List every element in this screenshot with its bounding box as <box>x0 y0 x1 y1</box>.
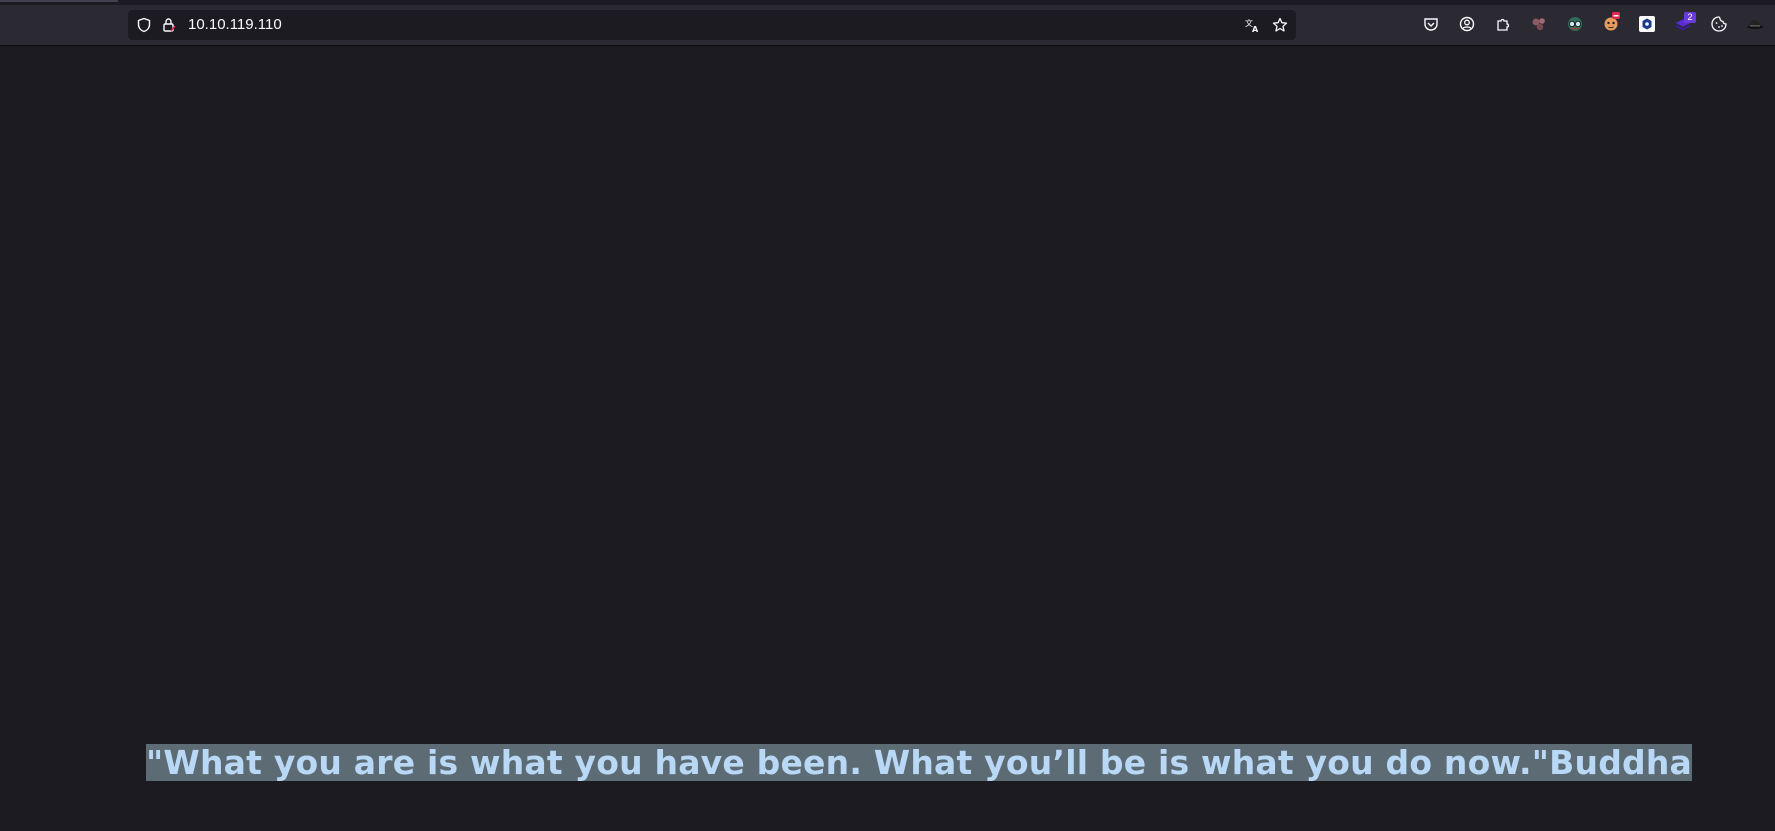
buddha-quote: "What you are is what you have been. Wha… <box>146 743 1693 782</box>
hat-extension-icon[interactable] <box>1746 15 1764 33</box>
browser-toolbar: 10.10.119.110 文 A 2 <box>0 0 1775 46</box>
star-icon[interactable] <box>1272 17 1288 33</box>
hex-extension-icon[interactable] <box>1638 15 1656 33</box>
active-tab-indicator[interactable] <box>0 0 118 2</box>
url-text[interactable]: 10.10.119.110 <box>188 16 282 34</box>
monkey-extension-icon[interactable] <box>1602 12 1620 31</box>
lock-icon[interactable] <box>161 17 177 33</box>
tab-strip <box>0 0 1775 5</box>
url-bar[interactable]: 10.10.119.110 文 A <box>128 10 1296 40</box>
cookie-extension-icon[interactable] <box>1530 15 1548 33</box>
puzzle-icon[interactable] <box>1494 15 1512 33</box>
account-icon[interactable] <box>1458 15 1476 33</box>
glasses-extension-icon[interactable] <box>1566 15 1584 33</box>
extension-badge: 2 <box>1684 12 1696 23</box>
page-content <box>0 47 1775 831</box>
cookie-icon[interactable] <box>1710 15 1728 33</box>
translate-icon[interactable]: 文 A <box>1244 17 1260 33</box>
shield-icon[interactable] <box>136 17 152 33</box>
pocket-icon[interactable] <box>1422 15 1440 33</box>
svg-text:A: A <box>1252 25 1259 33</box>
